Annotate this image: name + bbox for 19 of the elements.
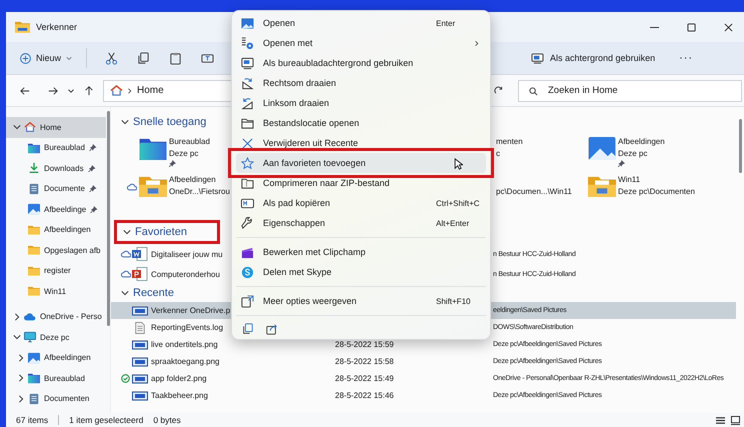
item-location: Deze pc\Documenten — [618, 186, 695, 197]
item-location: Deze pc — [618, 148, 648, 159]
item-name: Afbeeldingen — [169, 174, 217, 185]
item-location: Deze pc — [169, 148, 200, 159]
item-location: OneDr...\Fietsrou — [169, 186, 230, 197]
item-count: 67 items — [16, 415, 48, 425]
selection-info: 1 item geselecteerd — [69, 415, 144, 425]
file-date: 28-5-2022 15:46 — [335, 391, 395, 400]
item-name: menten — [496, 136, 523, 147]
item-location: c — [496, 148, 501, 159]
file-date: 28-5-2022 15:49 — [335, 374, 395, 383]
file-date: 28-5-2022 15:59 — [335, 340, 395, 349]
item-location: pc\Documen...\Win11 — [496, 186, 572, 197]
item-name: Win11 — [618, 174, 642, 185]
window-title: Verkenner — [36, 22, 78, 32]
item-name: Afbeeldingen — [618, 136, 665, 147]
file-date: 28-5-2022 15:58 — [335, 357, 395, 366]
item-name: Bureaublad — [169, 136, 210, 147]
selection-size: 0 bytes — [153, 415, 181, 425]
